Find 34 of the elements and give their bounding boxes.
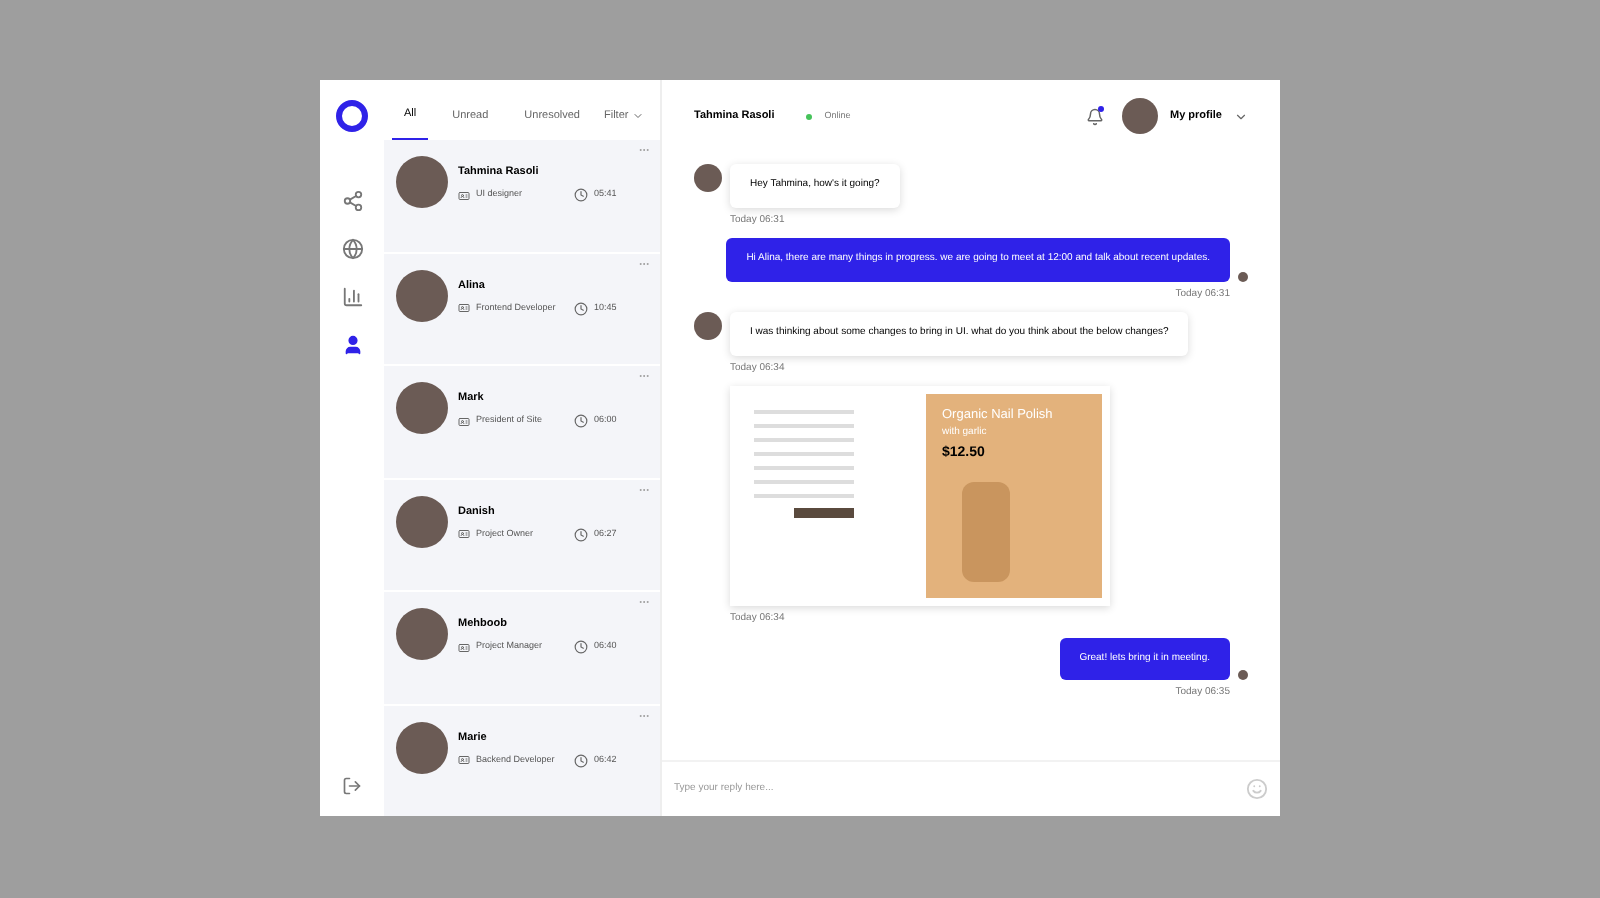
clock-icon <box>574 414 588 429</box>
product-photo-placeholder <box>962 481 1010 582</box>
checkout-form-drawing <box>754 410 854 518</box>
clock-icon <box>574 301 588 316</box>
sender-avatar <box>694 164 722 192</box>
sender-avatar <box>694 312 722 340</box>
id-card-icon <box>458 754 470 767</box>
logout-icon[interactable] <box>342 776 362 796</box>
avatar <box>396 495 448 547</box>
clock-icon <box>574 188 588 203</box>
avatar <box>396 269 448 321</box>
sender-avatar <box>1238 271 1248 281</box>
avatar <box>396 156 448 208</box>
clock-icon <box>574 753 588 768</box>
chevron-icon <box>632 109 645 122</box>
id-card-icon <box>458 415 470 428</box>
avatar <box>396 608 448 660</box>
logo-icon <box>336 100 368 132</box>
user-icon[interactable] <box>341 334 363 356</box>
chevron-icon[interactable] <box>1234 109 1248 123</box>
bell-icon[interactable] <box>1086 107 1105 125</box>
id-card-icon <box>458 641 470 654</box>
avatar <box>396 382 448 434</box>
avatar <box>396 721 448 773</box>
id-card-icon <box>458 528 470 541</box>
id-card-icon <box>458 189 470 202</box>
chart-icon[interactable] <box>341 286 363 308</box>
globe-icon[interactable] <box>341 238 363 260</box>
profile-avatar <box>1122 98 1159 134</box>
clock-icon <box>574 640 588 655</box>
sender-avatar <box>1238 670 1248 680</box>
id-card-icon <box>458 302 470 315</box>
clock-icon <box>574 527 588 542</box>
share-icon[interactable] <box>341 190 363 212</box>
